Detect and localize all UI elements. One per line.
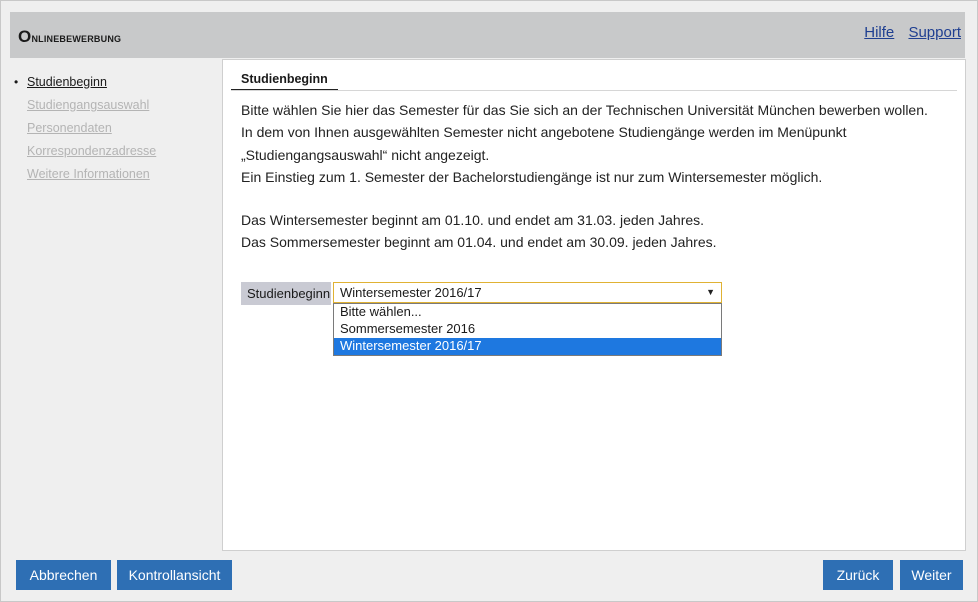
sidebar-item-studiengangsauswahl: Studiengangsauswahl [10, 96, 222, 119]
sidebar-item-label: Personendaten [27, 121, 112, 135]
header-bar: Onlinebewerbung Hilfe Support [10, 12, 965, 58]
help-link[interactable]: Hilfe [864, 24, 894, 41]
sidebar-item-label: Korrespondenzadresse [27, 144, 157, 158]
info-line: Ein Einstieg zum 1. Semester der Bachelo… [241, 168, 823, 185]
app-title-rest: nlinebewerbung [31, 30, 122, 45]
select-value: Wintersemester 2016/17 [340, 285, 482, 300]
info-line: Bitte wählen Sie hier das Semester für d… [241, 102, 928, 118]
info-line: „Studiengangsauswahl“ nicht angezeigt. [241, 146, 490, 163]
studienbeginn-select[interactable]: Wintersemester 2016/17 ▼ [333, 282, 722, 303]
studienbeginn-dropdown-list: Bitte wählen... Sommersemester 2016 Wint… [333, 303, 722, 356]
main-content: Studienbeginn Bitte wählen Sie hier das … [222, 59, 966, 551]
info-text: Bitte wählen Sie hier das Semester für d… [241, 99, 953, 254]
header-links: Hilfe Support [854, 24, 961, 41]
support-link[interactable]: Support [908, 24, 961, 41]
sidebar-item-label: Weitere Informationen [27, 167, 150, 181]
dropdown-arrow-icon: ▼ [706, 287, 715, 297]
tab-studienbeginn[interactable]: Studienbeginn [231, 69, 338, 91]
dropdown-option-highlighted[interactable]: Wintersemester 2016/17 [334, 338, 721, 355]
control-view-button[interactable]: Kontrollansicht [117, 560, 232, 590]
info-line: Das Wintersemester beginnt am 01.10. und… [241, 212, 705, 229]
tab-divider [231, 90, 957, 91]
sidebar-item-studienbeginn[interactable]: • Studienbeginn [10, 73, 222, 96]
sidebar-item-label[interactable]: Studienbeginn [27, 75, 107, 89]
next-button[interactable]: Weiter [900, 560, 963, 590]
info-line: Das Sommersemester beginnt am 01.04. und… [241, 234, 717, 251]
cancel-button[interactable]: Abbrechen [16, 560, 111, 590]
dropdown-option[interactable]: Bitte wählen... [334, 304, 721, 321]
sidebar-nav: • Studienbeginn Studiengangsauswahl Pers… [10, 64, 222, 544]
app-title-initial: O [18, 27, 32, 46]
sidebar-item-weitere-informationen: Weitere Informationen [10, 165, 222, 188]
app-title: Onlinebewerbung [18, 27, 121, 47]
studienbeginn-field-label: Studienbeginn [241, 282, 331, 305]
sidebar-item-korrespondenzadresse: Korrespondenzadresse [10, 142, 222, 165]
back-button[interactable]: Zurück [823, 560, 893, 590]
sidebar-item-label: Studiengangsauswahl [27, 98, 150, 112]
sidebar-item-personendaten: Personendaten [10, 119, 222, 142]
dropdown-option[interactable]: Sommersemester 2016 [334, 321, 721, 338]
info-line: In dem von Ihnen ausgewählten Semester n… [241, 124, 847, 141]
bullet-icon: • [14, 75, 19, 89]
